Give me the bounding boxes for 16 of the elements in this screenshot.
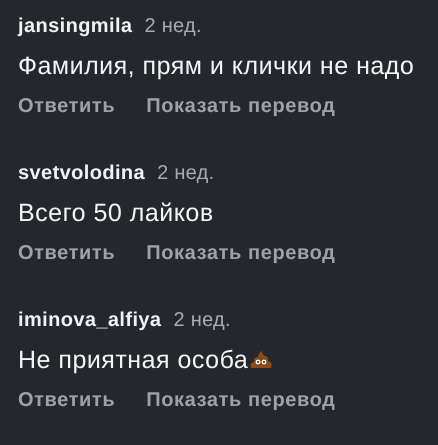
comment-time: 2 нед. bbox=[173, 308, 231, 332]
username-link[interactable]: iminova_alfiya bbox=[18, 308, 162, 332]
comment-action-link[interactable]: Ответить bbox=[18, 388, 116, 412]
comment-text: Не приятная особа bbox=[18, 346, 248, 374]
comment-text: Фамилия, прям и клички не надо bbox=[18, 52, 414, 80]
comment-time: 2 нед. bbox=[157, 162, 214, 184]
comment-action-link[interactable]: Показать перевод bbox=[146, 94, 336, 118]
comment-action-link[interactable]: Показать перевод bbox=[146, 242, 336, 264]
comment-time: 2 нед. bbox=[144, 14, 202, 38]
username-link[interactable]: svetvolodina bbox=[18, 162, 146, 184]
username-link[interactable]: jansingmila bbox=[18, 14, 132, 38]
comment-action-link[interactable]: Ответить bbox=[18, 94, 116, 118]
poop-icon bbox=[249, 350, 274, 370]
comment-action-link[interactable]: Ответить bbox=[18, 242, 116, 264]
comment-action-link[interactable]: Показать перевод bbox=[146, 388, 336, 412]
comment-text: Всего 50 лайков bbox=[18, 198, 214, 228]
